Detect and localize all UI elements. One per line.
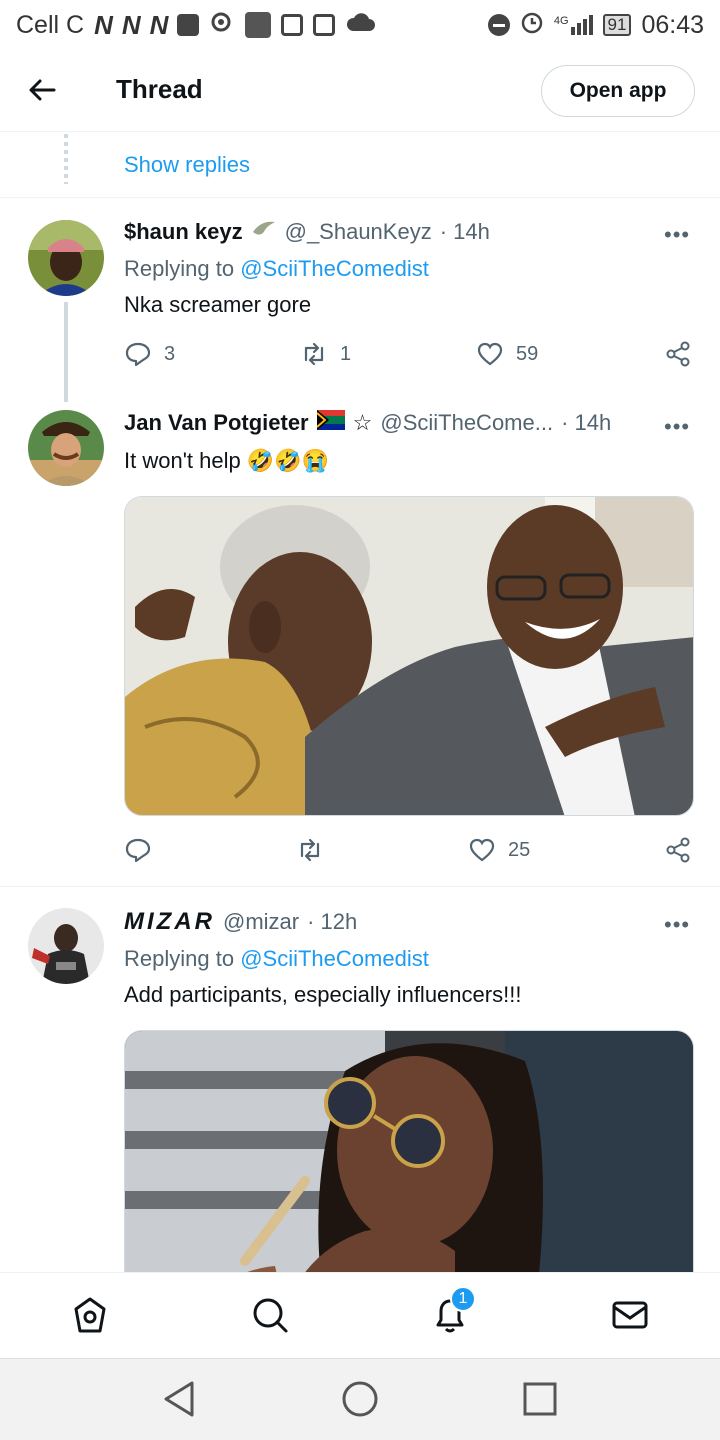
display-name[interactable]: $haun keyz — [124, 219, 243, 245]
like-button[interactable]: 25 — [468, 836, 530, 864]
app-notification-icon — [245, 12, 272, 38]
like-count: 59 — [516, 342, 539, 365]
timestamp[interactable]: · 14h — [440, 219, 490, 245]
share-button[interactable] — [664, 836, 692, 864]
reply-button[interactable]: 3 — [124, 340, 175, 368]
timestamp[interactable]: · 12h — [307, 909, 357, 935]
handle[interactable]: @mizar — [223, 909, 299, 935]
reply-button[interactable] — [124, 836, 164, 864]
carrier-label: Cell C — [16, 10, 85, 39]
mail-icon[interactable] — [610, 1295, 650, 1335]
n-icon: N — [149, 9, 169, 40]
avatar[interactable] — [28, 908, 104, 984]
thread-header: Thread Open app — [0, 50, 720, 132]
bottom-nav — [0, 1272, 720, 1358]
page-title: Thread — [116, 74, 203, 104]
tweet-divider — [0, 886, 720, 887]
mention-link[interactable]: @SciiTheComedist — [240, 256, 429, 281]
heart-icon — [469, 838, 495, 862]
replying-prefix: Replying to — [124, 946, 235, 971]
signal-icon: 4G — [554, 15, 593, 35]
status-right: 4G 91 06:43 — [487, 10, 704, 41]
tweet-header: $haun keyz @_ShaunKeyz · 14h — [124, 218, 490, 246]
tweet-actions: 25 — [124, 836, 694, 868]
n-icon: N — [94, 9, 113, 40]
do-not-disturb-icon — [487, 14, 510, 36]
mention-link[interactable]: @SciiTheComedist — [240, 946, 429, 971]
tweet-header: MIZAR @mizar · 12h — [124, 908, 357, 936]
display-name[interactable]: Jan Van Potgieter — [124, 410, 309, 436]
share-icon — [666, 837, 690, 863]
back-arrow-icon[interactable] — [26, 74, 58, 106]
calendar-icon — [313, 14, 336, 36]
alarm-icon — [520, 10, 544, 41]
tweet-text: It won't help 🤣🤣😭 — [124, 448, 330, 473]
status-bar: Cell C N N N 4G 91 06:43 — [0, 0, 720, 50]
replying-prefix: Replying to — [124, 256, 235, 281]
tweet[interactable]: MIZAR @mizar · 12h ••• Replying to @Scii… — [0, 888, 720, 1272]
gallery-icon — [281, 14, 304, 36]
tweet-header: Jan Van Potgieter ☆ @SciiTheCome... · 14… — [124, 410, 611, 436]
replying-to: Replying to @SciiTheComedist — [124, 256, 429, 282]
display-name[interactable]: MIZAR — [124, 908, 215, 936]
dove-icon — [251, 218, 277, 246]
show-replies-row[interactable]: Show replies — [0, 132, 720, 198]
tweet-image[interactable] — [124, 496, 694, 816]
share-button[interactable] — [664, 340, 692, 368]
thread-line — [64, 302, 68, 402]
avatar[interactable] — [28, 410, 104, 486]
star-badge: ☆ — [352, 410, 373, 435]
avatar[interactable] — [28, 220, 104, 296]
battery-indicator: 91 — [602, 14, 632, 36]
reply-icon — [125, 342, 151, 367]
system-back-icon[interactable] — [160, 1379, 200, 1419]
system-nav-bar — [0, 1358, 720, 1440]
heart-icon — [477, 342, 503, 366]
cloud-icon — [345, 11, 376, 40]
handle[interactable]: @_ShaunKeyz — [285, 219, 432, 245]
open-app-button[interactable]: Open app — [541, 65, 695, 117]
retweet-icon — [304, 342, 324, 366]
tweet[interactable]: Jan Van Potgieter ☆ @SciiTheCome... · 14… — [0, 398, 720, 886]
retweet-button[interactable] — [296, 836, 336, 864]
system-home-icon[interactable] — [340, 1379, 380, 1419]
home-icon[interactable] — [70, 1295, 110, 1335]
thread-dots — [64, 134, 68, 184]
timestamp[interactable]: · 14h — [561, 410, 611, 436]
sd-card-icon — [177, 14, 200, 36]
tweet[interactable]: $haun keyz @_ShaunKeyz · 14h ••• Replyin… — [0, 198, 720, 402]
south-africa-flag-icon — [315, 410, 345, 436]
tweet-image[interactable] — [124, 1030, 694, 1272]
n-icon: N — [121, 9, 141, 40]
replying-to: Replying to @SciiTheComedist — [124, 946, 429, 972]
reply-icon — [125, 838, 151, 863]
reply-count: 3 — [164, 342, 176, 365]
show-replies-link[interactable]: Show replies — [124, 152, 250, 178]
photo-woman-sunglasses — [125, 1031, 693, 1272]
more-options-icon[interactable]: ••• — [664, 912, 690, 938]
tweet-actions: 3 1 59 — [124, 340, 694, 372]
tweet-text: Add participants, especially influencers… — [124, 982, 522, 1007]
retweet-count: 1 — [340, 342, 352, 365]
status-left: Cell C N N N — [16, 9, 376, 42]
like-count: 25 — [508, 838, 531, 861]
handle[interactable]: @SciiTheCome... — [380, 410, 553, 436]
more-options-icon[interactable]: ••• — [664, 414, 690, 440]
system-recents-icon[interactable] — [520, 1379, 560, 1419]
tweet-text: Nka screamer gore — [124, 292, 312, 317]
clock: 06:43 — [641, 10, 704, 39]
notification-badge: 1 — [450, 1286, 476, 1312]
like-button[interactable]: 59 — [476, 340, 538, 368]
photo-two-men-laughing — [125, 497, 693, 815]
share-icon — [666, 341, 690, 367]
retweet-button[interactable]: 1 — [300, 340, 351, 368]
camera-notification-icon — [209, 9, 235, 42]
retweet-icon — [300, 838, 320, 862]
search-icon[interactable] — [250, 1295, 290, 1335]
network-type: 4G — [553, 15, 569, 27]
more-options-icon[interactable]: ••• — [664, 222, 690, 248]
